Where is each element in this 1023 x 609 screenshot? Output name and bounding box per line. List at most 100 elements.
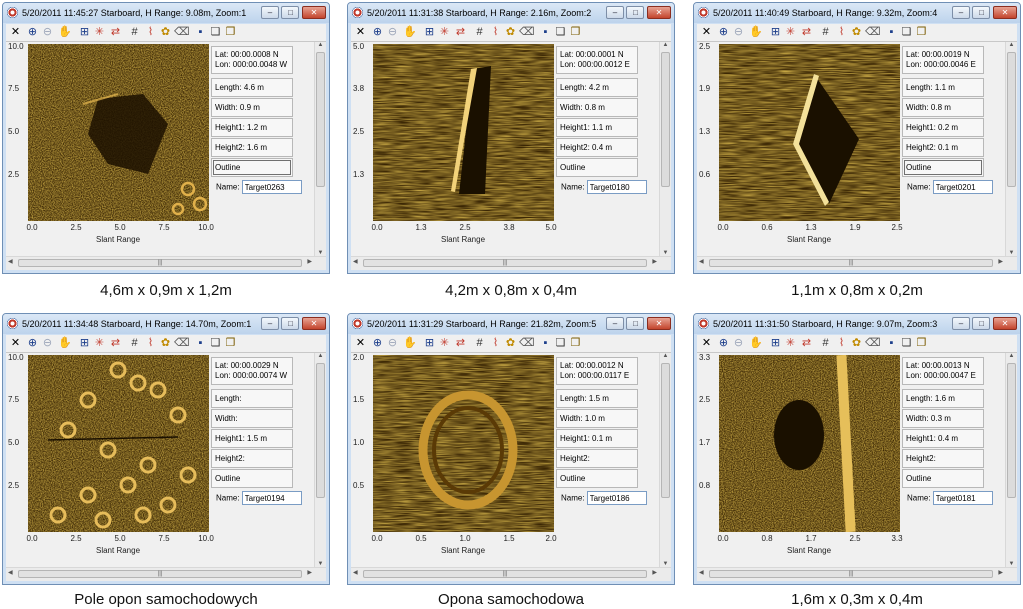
target-star-icon[interactable]: ✳ [784, 25, 797, 39]
copy-icon[interactable]: ❐ [569, 25, 582, 39]
chart-icon[interactable]: ⌇ [489, 25, 502, 39]
close-x-icon[interactable]: ✕ [354, 336, 367, 350]
copy-icon[interactable]: ❐ [915, 25, 928, 39]
zoom-in-icon[interactable]: ⊕ [717, 25, 730, 39]
scroll-left-icon[interactable]: ◀ [699, 569, 704, 576]
target-name-input[interactable] [586, 180, 647, 194]
scroll-right-icon[interactable]: ▶ [998, 258, 1003, 265]
title-bar[interactable]: 5/20/2011 11:31:50 Starboard, H Range: 9… [694, 314, 1020, 334]
eraser-icon[interactable]: ⌫ [174, 25, 190, 39]
vertical-scroll-thumb[interactable] [661, 363, 670, 498]
swap-arrows-icon[interactable]: ⇄ [454, 25, 467, 39]
chart-icon[interactable]: ⌇ [144, 336, 157, 350]
zoom-in-icon[interactable]: ⊕ [26, 336, 39, 350]
sonar-image[interactable] [719, 44, 900, 221]
vertical-scrollbar[interactable]: ▲ ▼ [314, 42, 326, 256]
maximize-button[interactable]: □ [626, 6, 645, 19]
vertical-scroll-thumb[interactable] [661, 52, 670, 187]
zoom-in-icon[interactable]: ⊕ [717, 336, 730, 350]
length-button[interactable]: Length: [211, 389, 293, 408]
chart-icon[interactable]: ⌇ [144, 25, 157, 39]
save-icon[interactable]: ▪ [194, 336, 207, 350]
palette-icon[interactable]: ✿ [850, 336, 863, 350]
palette-icon[interactable]: ✿ [159, 25, 172, 39]
scroll-left-icon[interactable]: ◀ [353, 258, 358, 265]
minimize-button[interactable]: – [605, 6, 624, 19]
width-button[interactable]: Width: 0.9 m [211, 98, 293, 117]
close-x-icon[interactable]: ✕ [700, 336, 713, 350]
vertical-scroll-thumb[interactable] [1007, 52, 1016, 187]
target-star-icon[interactable]: ✳ [438, 336, 451, 350]
hash-grid-icon[interactable]: # [473, 336, 486, 350]
sonar-image[interactable] [28, 355, 209, 532]
horizontal-scroll-thumb[interactable]: ||| [363, 570, 647, 578]
close-x-icon[interactable]: ✕ [9, 25, 22, 39]
chart-icon[interactable]: ⌇ [489, 336, 502, 350]
eraser-icon[interactable]: ⌫ [519, 336, 535, 350]
pan-hand-icon[interactable]: ✋ [58, 336, 72, 350]
title-bar[interactable]: 5/20/2011 11:40:49 Starboard, H Range: 9… [694, 3, 1020, 23]
target-star-icon[interactable]: ✳ [93, 25, 106, 39]
scroll-right-icon[interactable]: ▶ [998, 569, 1003, 576]
layers-icon[interactable]: ❏ [554, 25, 567, 39]
copy-icon[interactable]: ❐ [224, 336, 237, 350]
vertical-scroll-thumb[interactable] [1007, 363, 1016, 498]
height1-button[interactable]: Height1: 0.4 m [902, 429, 984, 448]
scroll-up-icon[interactable]: ▲ [1006, 353, 1017, 359]
pan-hand-icon[interactable]: ✋ [749, 336, 763, 350]
zoom-out-icon[interactable]: ⊖ [386, 336, 399, 350]
close-x-icon[interactable]: ✕ [354, 25, 367, 39]
minimize-button[interactable]: – [951, 317, 970, 330]
zoom-in-icon[interactable]: ⊕ [371, 25, 384, 39]
target-name-input[interactable] [241, 491, 302, 505]
close-x-icon[interactable]: ✕ [9, 336, 22, 350]
grid-icon[interactable]: ⊞ [769, 25, 782, 39]
target-name-input[interactable] [932, 491, 993, 505]
title-bar[interactable]: 5/20/2011 11:31:29 Starboard, H Range: 2… [348, 314, 674, 334]
swap-arrows-icon[interactable]: ⇄ [109, 336, 122, 350]
save-icon[interactable]: ▪ [885, 25, 898, 39]
palette-icon[interactable]: ✿ [504, 25, 517, 39]
height1-button[interactable]: Height1: 0.2 m [902, 118, 984, 137]
copy-icon[interactable]: ❐ [569, 336, 582, 350]
pan-hand-icon[interactable]: ✋ [749, 25, 763, 39]
outline-button[interactable]: Outline [902, 469, 984, 488]
width-button[interactable]: Width: 0.3 m [902, 409, 984, 428]
close-button[interactable]: ✕ [993, 317, 1017, 330]
scroll-left-icon[interactable]: ◀ [8, 258, 13, 265]
close-button[interactable]: ✕ [647, 317, 671, 330]
vertical-scrollbar[interactable]: ▲ ▼ [1005, 353, 1017, 567]
swap-arrows-icon[interactable]: ⇄ [109, 25, 122, 39]
palette-icon[interactable]: ✿ [504, 336, 517, 350]
maximize-button[interactable]: □ [972, 6, 991, 19]
minimize-button[interactable]: – [260, 6, 279, 19]
vertical-scroll-thumb[interactable] [316, 363, 325, 498]
length-button[interactable]: Length: 1.6 m [902, 389, 984, 408]
zoom-in-icon[interactable]: ⊕ [26, 25, 39, 39]
zoom-out-icon[interactable]: ⊖ [41, 25, 54, 39]
outline-button[interactable]: Outline [211, 158, 293, 177]
palette-icon[interactable]: ✿ [850, 25, 863, 39]
pan-hand-icon[interactable]: ✋ [58, 25, 72, 39]
close-button[interactable]: ✕ [647, 6, 671, 19]
scroll-up-icon[interactable]: ▲ [660, 353, 671, 359]
close-button[interactable]: ✕ [302, 317, 326, 330]
vertical-scrollbar[interactable]: ▲ ▼ [314, 353, 326, 567]
height2-button[interactable]: Height2: [556, 449, 638, 468]
length-button[interactable]: Length: 4.6 m [211, 78, 293, 97]
height1-button[interactable]: Height1: 1.1 m [556, 118, 638, 137]
minimize-button[interactable]: – [605, 317, 624, 330]
close-x-icon[interactable]: ✕ [700, 25, 713, 39]
save-icon[interactable]: ▪ [539, 336, 552, 350]
target-star-icon[interactable]: ✳ [93, 336, 106, 350]
target-star-icon[interactable]: ✳ [784, 336, 797, 350]
width-button[interactable]: Width: 1.0 m [556, 409, 638, 428]
sonar-image[interactable] [373, 44, 554, 221]
height2-button[interactable]: Height2: [211, 449, 293, 468]
close-button[interactable]: ✕ [302, 6, 326, 19]
outline-button[interactable]: Outline [556, 158, 638, 177]
grid-icon[interactable]: ⊞ [78, 336, 91, 350]
layers-icon[interactable]: ❏ [554, 336, 567, 350]
scroll-left-icon[interactable]: ◀ [8, 569, 13, 576]
horizontal-scroll-thumb[interactable]: ||| [18, 259, 302, 267]
